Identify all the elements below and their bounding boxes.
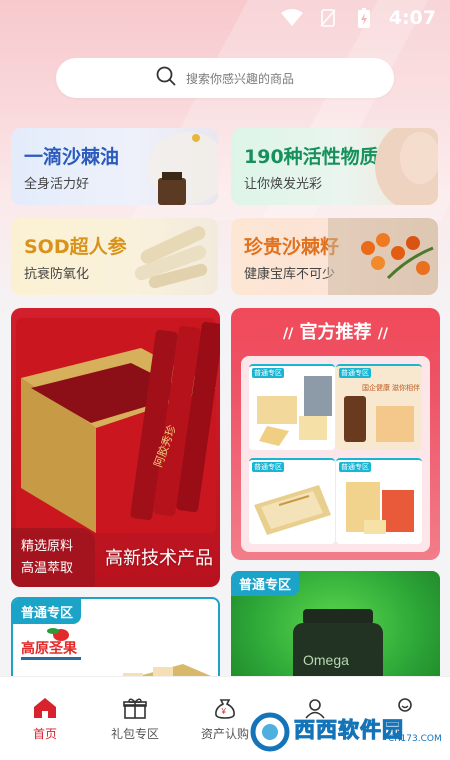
tab-gift-packs[interactable]: 礼包专区 xyxy=(90,677,180,760)
slash-decor-icon: // xyxy=(282,326,294,342)
recommend-item[interactable]: 普通专区 xyxy=(336,458,422,544)
official-title: 官方推荐 xyxy=(299,322,372,343)
zone-badge: 普通专区 xyxy=(252,368,284,378)
category-card-seabuckthorn-seed[interactable]: 珍贵沙棘籽 健康宝库不可少 xyxy=(231,218,438,295)
promo-headline: 高新技术产品 xyxy=(105,548,213,569)
recommend-item[interactable]: 普通专区 国企健康 滋你相伴 xyxy=(336,364,422,450)
svg-text:¥: ¥ xyxy=(221,707,227,716)
promo-caption: 精选原料 高温萃取 高新技术产品 xyxy=(11,528,220,587)
category-subtitle: 抗衰防氧化 xyxy=(24,267,90,282)
watermark-logo-icon xyxy=(250,712,290,752)
category-subtitle: 健康宝库不可少 xyxy=(244,267,336,282)
face-image xyxy=(375,128,438,205)
zone-badge: 普通专区 xyxy=(252,462,284,472)
promo-tag-line2: 高温萃取 xyxy=(21,561,74,576)
tab-label: 资产认购 xyxy=(200,727,249,741)
status-time: 4:07 xyxy=(388,7,436,29)
product-image xyxy=(254,485,331,535)
zone-badge: 普通专区 xyxy=(339,368,371,378)
recommend-item[interactable]: 普通专区 xyxy=(249,458,335,544)
category-subtitle: 让你焕发光彩 xyxy=(244,177,323,192)
slash-decor-icon: // xyxy=(377,326,389,342)
tab-home[interactable]: 首页 xyxy=(0,677,90,760)
berries-image xyxy=(328,218,438,295)
status-bar: 4:07 xyxy=(0,0,450,36)
promo-tag-line1: 精选原料 xyxy=(21,539,74,554)
oil-bottle-image xyxy=(148,132,218,205)
category-title: 一滴沙棘油 xyxy=(24,146,120,168)
category-title: 珍贵沙棘籽 xyxy=(244,236,340,258)
bottle-label: Omega xyxy=(303,652,349,668)
tab-label: 首页 xyxy=(32,727,57,741)
search-bar[interactable]: 搜索你感兴趣的商品 xyxy=(56,58,394,98)
zone-badge: 普通专区 xyxy=(339,462,371,472)
gift-icon xyxy=(123,698,147,719)
zone-label: 普通专区 xyxy=(231,571,300,596)
official-title-row: // 官方推荐 // xyxy=(231,318,440,344)
brand-logo-text: 高原圣果 xyxy=(21,640,78,656)
tab-label: 礼包专区 xyxy=(110,727,159,741)
official-recommend-card[interactable]: // 官方推荐 // 普通专区 普通专区 国企健康 滋你相伴 普通专区 普通专区 xyxy=(231,308,440,560)
promo-tag: 精选原料 高温萃取 xyxy=(11,528,95,587)
category-card-seabuckthorn-oil[interactable]: 一滴沙棘油 全身活力好 xyxy=(11,128,218,205)
ginseng-image xyxy=(134,226,208,289)
zone-label: 普通专区 xyxy=(13,599,82,624)
category-card-sod-ginseng[interactable]: SOD超人参 抗衰防氧化 xyxy=(11,218,218,295)
watermark-url: CR173.COM xyxy=(388,734,442,744)
search-placeholder: 搜索你感兴趣的商品 xyxy=(185,71,294,86)
battery-charging-icon xyxy=(353,8,375,28)
money-bag-icon: ¥ xyxy=(215,699,235,719)
home-icon xyxy=(34,698,56,718)
search-icon xyxy=(156,66,176,90)
product-slogan: 国企健康 滋你相伴 xyxy=(362,383,420,392)
product-image xyxy=(257,376,332,446)
recommend-item[interactable]: 普通专区 xyxy=(249,364,335,450)
official-grid: 普通专区 普通专区 国企健康 滋你相伴 普通专区 普通专区 xyxy=(241,356,430,552)
category-subtitle: 全身活力好 xyxy=(24,177,90,192)
no-signal-icon xyxy=(317,8,339,28)
product-image xyxy=(346,482,414,534)
wifi-icon xyxy=(280,8,303,28)
watermark: 西西软件园 CR173.COM xyxy=(250,712,442,752)
category-card-active-substances[interactable]: 190种活性物质 让你焕发光彩 xyxy=(231,128,438,205)
product-image: 国企健康 滋你相伴 xyxy=(336,366,422,450)
